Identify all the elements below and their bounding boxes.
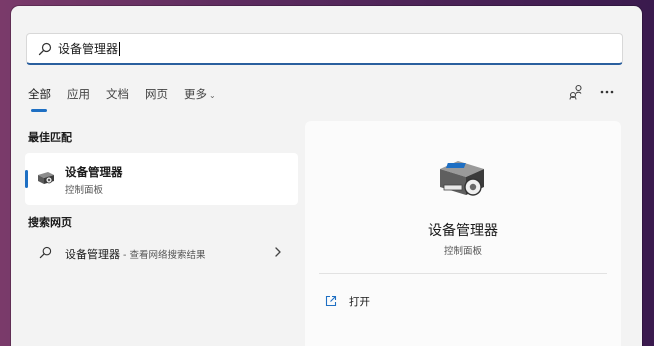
best-match-title: 设备管理器 — [65, 165, 123, 179]
detail-pane: 设备管理器 控制面板 打开 — [305, 121, 621, 346]
chevron-right-icon[interactable] — [274, 246, 282, 258]
open-external-icon — [325, 295, 337, 307]
web-search-title: 设备管理器 — [65, 248, 120, 261]
tab-all[interactable]: 全部 — [28, 86, 51, 112]
tab-web[interactable]: 网页 — [145, 86, 168, 108]
search-input[interactable]: 设备管理器 — [26, 33, 623, 65]
best-match-subtitle: 控制面板 — [65, 185, 104, 196]
search-icon — [39, 246, 52, 259]
device-manager-icon — [440, 161, 484, 196]
text-caret — [119, 41, 121, 56]
filter-tabs: 全部 应用 文档 网页 更多 ⌄ — [28, 86, 232, 112]
tab-documents[interactable]: 文档 — [106, 86, 129, 108]
open-action-label: 打开 — [349, 295, 370, 308]
best-match-heading: 最佳匹配 — [28, 131, 72, 144]
selection-indicator — [25, 170, 28, 188]
open-action[interactable]: 打开 — [325, 293, 370, 309]
detail-subtitle: 控制面板 — [443, 246, 482, 257]
tab-apps[interactable]: 应用 — [67, 86, 90, 108]
divider — [319, 273, 607, 274]
chevron-down-icon: ⌄ — [209, 91, 216, 100]
start-search-panel: 设备管理器 全部 应用 文档 网页 更多⌄ 最佳匹配 设备管理器 控制面板 搜 — [11, 6, 642, 346]
best-match-item[interactable]: 设备管理器 控制面板 — [25, 153, 298, 205]
search-query: 设备管理器 — [58, 42, 119, 56]
search-icon — [38, 42, 52, 55]
web-search-suffix: - 查看网络搜索结果 — [120, 250, 206, 261]
web-search-item[interactable]: 设备管理器 - 查看网络搜索结果 — [25, 239, 298, 267]
tab-more[interactable]: 更多 ⌄ — [184, 86, 216, 108]
device-manager-icon — [38, 172, 54, 184]
people-link-icon[interactable] — [568, 84, 584, 100]
more-options-icon[interactable] — [599, 84, 615, 100]
web-search-text: 设备管理器 - 查看网络搜索结果 — [65, 246, 205, 262]
tab-more-label: 更多 — [184, 87, 207, 101]
detail-title: 设备管理器 — [428, 223, 498, 239]
web-search-heading: 搜索网页 — [28, 216, 72, 229]
